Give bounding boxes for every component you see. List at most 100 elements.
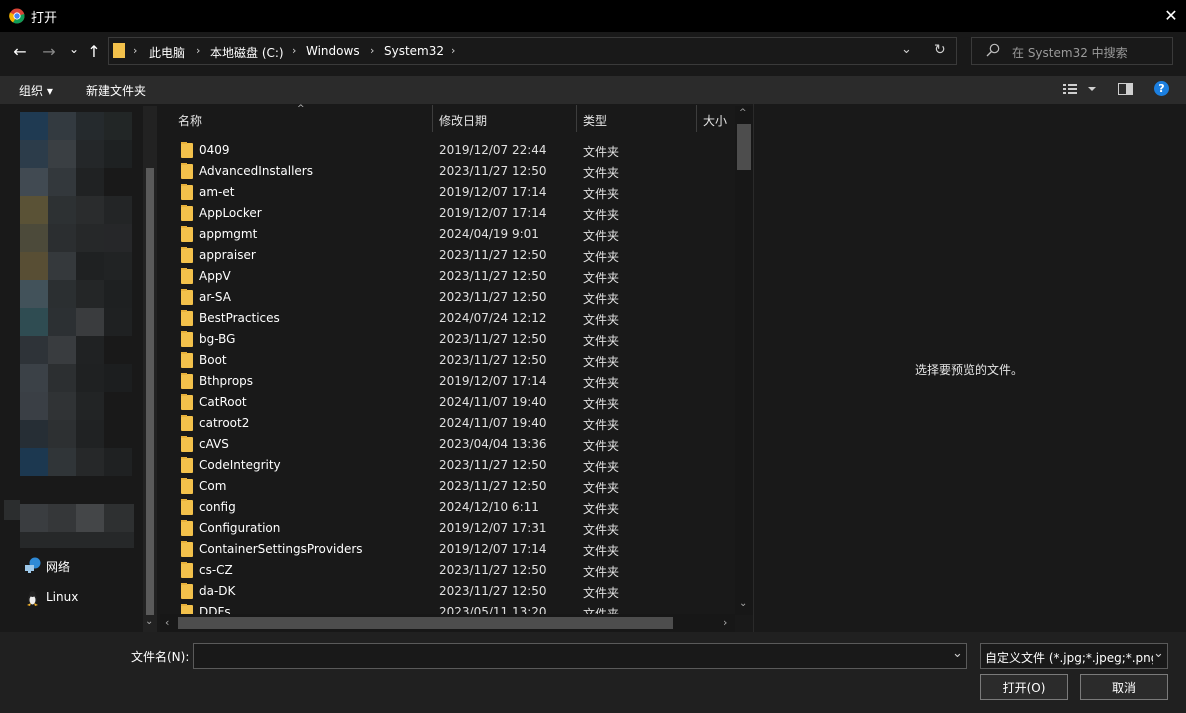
file-list-vertical-scroll-thumb[interactable] [737, 124, 751, 170]
file-row[interactable]: CatRoot 2024/11/07 19:40 文件夹 [160, 392, 735, 413]
filename-history-chevron-icon[interactable]: ⌄ [952, 646, 963, 661]
scroll-up-arrow-icon[interactable]: ^ [739, 108, 747, 118]
back-button[interactable]: ← [9, 40, 31, 62]
file-row[interactable]: AppV 2023/11/27 12:50 文件夹 [160, 266, 735, 287]
address-history-chevron-icon[interactable]: ⌄ [901, 42, 912, 57]
file-row[interactable]: cs-CZ 2023/11/27 12:50 文件夹 [160, 560, 735, 581]
address-bar[interactable]: › 此电脑 › 本地磁盘 (C:) › Windows › System32 ›… [108, 37, 957, 65]
file-row[interactable]: am-et 2019/12/07 17:14 文件夹 [160, 182, 735, 203]
folder-icon [181, 373, 193, 389]
file-row[interactable]: cAVS 2023/04/04 13:36 文件夹 [160, 434, 735, 455]
file-list-horizontal-scroll-thumb[interactable] [178, 617, 673, 629]
cancel-button[interactable]: 取消 [1080, 674, 1168, 700]
blurred-nav-region [76, 308, 104, 336]
filename-input[interactable]: ⌄ [193, 643, 967, 669]
file-type: 文件夹 [583, 145, 620, 159]
folder-icon [181, 352, 193, 368]
organize-menu-button[interactable]: 组织 ▾ [19, 82, 53, 99]
file-row[interactable]: Com 2023/11/27 12:50 文件夹 [160, 476, 735, 497]
navigation-pane-scroll-thumb[interactable] [146, 168, 154, 615]
blurred-nav-region [48, 196, 76, 224]
file-name: Configuration [199, 521, 281, 535]
open-button[interactable]: 打开(O) [980, 674, 1068, 700]
file-type: 文件夹 [583, 208, 620, 222]
file-name: AppV [199, 269, 231, 283]
blurred-nav-region [76, 448, 104, 476]
file-row[interactable]: 0409 2019/12/07 22:44 文件夹 [160, 140, 735, 161]
search-input[interactable]: 在 System32 中搜索 [1012, 44, 1128, 61]
breadcrumb-this-pc[interactable]: 此电脑 [149, 44, 185, 61]
column-divider[interactable] [576, 105, 577, 132]
blurred-nav-region [48, 112, 76, 140]
file-name: AppLocker [199, 206, 262, 220]
sidebar-item-network[interactable]: 网络 [46, 558, 70, 575]
folder-icon [181, 268, 193, 284]
file-row[interactable]: DDFs 2023/05/11 13:20 文件夹 [160, 602, 735, 614]
file-modified-date: 2023/11/27 12:50 [439, 290, 547, 304]
file-list-vertical-scrollbar[interactable] [735, 106, 753, 615]
file-type: 文件夹 [583, 334, 620, 348]
file-row[interactable]: Boot 2023/11/27 12:50 文件夹 [160, 350, 735, 371]
file-row[interactable]: Bthprops 2019/12/07 17:14 文件夹 [160, 371, 735, 392]
blurred-nav-region [104, 224, 132, 252]
blurred-nav-region [20, 420, 48, 448]
scroll-down-arrow-icon[interactable]: ⌄ [739, 598, 747, 609]
blurred-nav-region [48, 420, 76, 448]
file-row[interactable]: da-DK 2023/11/27 12:50 文件夹 [160, 581, 735, 602]
file-type-filter-select[interactable]: 自定义文件 (*.jpg;*.jpeg;*.png ⌄ [980, 643, 1168, 669]
search-box[interactable]: 在 System32 中搜索 [971, 37, 1173, 65]
blurred-nav-region [76, 140, 104, 168]
file-row[interactable]: ContainerSettingsProviders 2019/12/07 17:… [160, 539, 735, 560]
blurred-nav-region [48, 280, 76, 308]
file-row[interactable]: catroot2 2024/11/07 19:40 文件夹 [160, 413, 735, 434]
column-header-type[interactable]: 类型 [583, 112, 607, 129]
file-name: BestPractices [199, 311, 280, 325]
up-button[interactable]: ↑ [83, 40, 105, 62]
column-header-date[interactable]: 修改日期 [439, 112, 487, 129]
folder-icon [181, 436, 193, 452]
recent-locations-dropdown[interactable]: ⌄ [63, 38, 85, 60]
file-modified-date: 2019/12/07 17:14 [439, 206, 547, 220]
forward-button[interactable]: → [38, 40, 60, 62]
file-row[interactable]: config 2024/12/10 6:11 文件夹 [160, 497, 735, 518]
file-name: AdvancedInstallers [199, 164, 313, 178]
sidebar-item-linux[interactable]: Linux [46, 590, 78, 604]
preview-pane-icon[interactable] [1118, 83, 1133, 98]
blurred-nav-region [104, 112, 132, 140]
file-row[interactable]: bg-BG 2023/11/27 12:50 文件夹 [160, 329, 735, 350]
file-name: 0409 [199, 143, 230, 157]
file-modified-date: 2023/11/27 12:50 [439, 479, 547, 493]
breadcrumb-local-disk[interactable]: 本地磁盘 (C:) [210, 44, 284, 61]
file-type: 文件夹 [583, 460, 620, 474]
blurred-nav-region [48, 140, 76, 168]
file-modified-date: 2019/12/07 17:14 [439, 185, 547, 199]
column-header-name[interactable]: 名称 [178, 112, 202, 129]
file-row[interactable]: appraiser 2023/11/27 12:50 文件夹 [160, 245, 735, 266]
file-row[interactable]: appmgmt 2024/04/19 9:01 文件夹 [160, 224, 735, 245]
column-divider[interactable] [696, 105, 697, 132]
scroll-left-arrow-icon[interactable]: ‹ [165, 616, 169, 629]
file-name: ar-SA [199, 290, 231, 304]
breadcrumb-windows[interactable]: Windows [306, 44, 360, 58]
blurred-nav-region [104, 504, 134, 532]
file-row[interactable]: AdvancedInstallers 2023/11/27 12:50 文件夹 [160, 161, 735, 182]
file-row[interactable]: BestPractices 2024/07/24 12:12 文件夹 [160, 308, 735, 329]
new-folder-button[interactable]: 新建文件夹 [86, 82, 146, 99]
refresh-button[interactable]: ↻ [934, 42, 946, 58]
file-row[interactable]: CodeIntegrity 2023/11/27 12:50 文件夹 [160, 455, 735, 476]
file-type: 文件夹 [583, 418, 620, 432]
file-modified-date: 2023/11/27 12:50 [439, 563, 547, 577]
blurred-nav-region [104, 364, 132, 392]
column-header-size[interactable]: 大小 [703, 112, 733, 129]
column-divider[interactable] [432, 105, 433, 132]
file-row[interactable]: ar-SA 2023/11/27 12:50 文件夹 [160, 287, 735, 308]
file-row[interactable]: AppLocker 2019/12/07 17:14 文件夹 [160, 203, 735, 224]
scroll-right-arrow-icon[interactable]: › [723, 616, 727, 629]
close-button[interactable]: ✕ [1160, 4, 1182, 26]
folder-icon [181, 604, 193, 614]
scroll-down-arrow-icon[interactable]: ⌄ [145, 616, 153, 627]
view-options-icon[interactable] [1063, 83, 1099, 98]
breadcrumb-system32[interactable]: System32 [384, 44, 444, 58]
file-row[interactable]: Configuration 2019/12/07 17:31 文件夹 [160, 518, 735, 539]
help-icon[interactable]: ? [1154, 81, 1169, 96]
